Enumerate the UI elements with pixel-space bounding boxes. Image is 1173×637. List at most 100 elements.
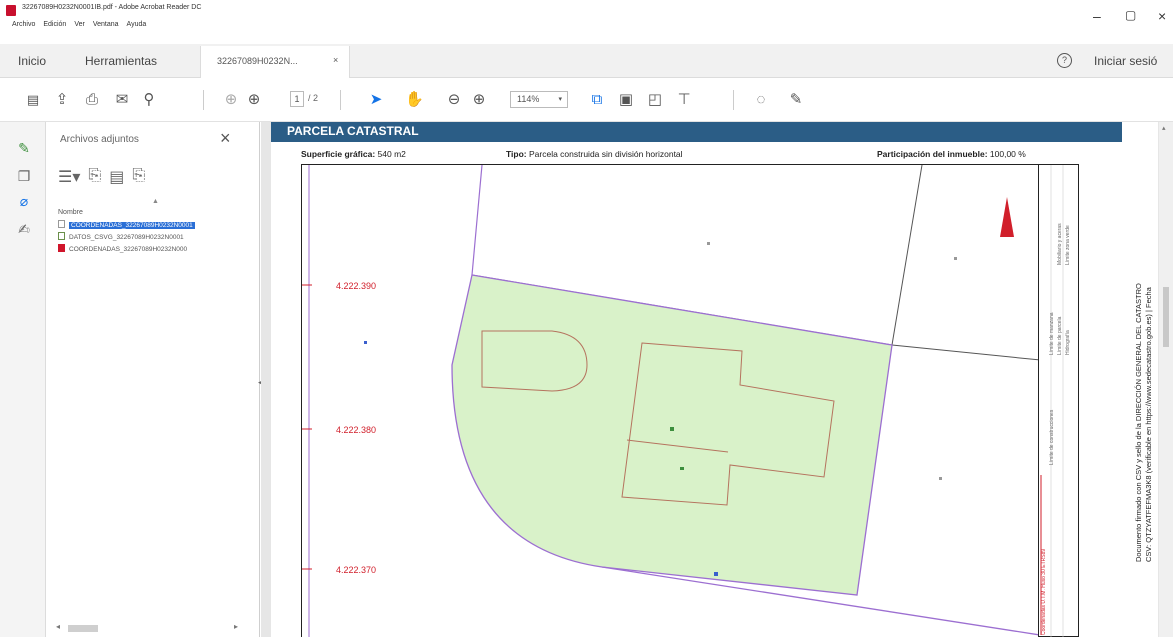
page-total: / 2 — [308, 93, 319, 103]
pages-icon[interactable]: ❐ — [16, 168, 32, 184]
scroll-thumb[interactable] — [68, 625, 98, 632]
attachment-item[interactable]: COORDENADAS_32267089H0232N0001 — [58, 220, 248, 231]
scroll-right-icon[interactable]: ▸ — [234, 622, 238, 631]
scroll-up-icon[interactable]: ▴ — [1162, 124, 1166, 132]
main-toolbar: ▤ ⇪ ⎙ ✉ ⚲ ⊕ ⊕ 1 / 2 ➤ ✋ ⊖ ⊕ 114% ▾ ⧉ ▣ ◰… — [0, 78, 1173, 122]
surface-label: Superficie gráfica: — [301, 149, 376, 159]
parcel-boundary — [891, 165, 923, 346]
tab-herramientas[interactable]: Herramientas — [85, 54, 157, 68]
stamp-icon[interactable]: ⊤ — [675, 91, 693, 109]
window-title: 32267089H0232N0001IB.pdf - Adobe Acrobat… — [22, 4, 202, 11]
reference-mark — [680, 467, 684, 470]
type-label: Tipo: — [506, 149, 527, 159]
section-banner: PARCELA CATASTRAL — [271, 122, 1122, 142]
page-number-input[interactable]: 1 — [290, 91, 304, 107]
select-arrow-icon[interactable]: ➤ — [367, 91, 385, 109]
pdf-icon — [58, 244, 65, 252]
print-icon[interactable]: ⎙ — [83, 91, 101, 109]
legend-item: Límite de manzana — [1049, 312, 1055, 355]
menu-ayuda[interactable]: Ayuda — [127, 21, 147, 28]
open-attachment-icon[interactable]: ⎘ — [88, 167, 101, 187]
tab-inicio[interactable]: Inicio — [18, 54, 46, 68]
signature-text-line-2: CSV: QTZYATFEFMA3K8 (verificable en http… — [1144, 287, 1153, 562]
reference-mark — [714, 572, 718, 576]
attachment-item[interactable]: COORDENADAS_32267089H0232N000 — [58, 244, 248, 255]
page-down-icon[interactable]: ⊕ — [245, 91, 263, 109]
signature-icon[interactable]: ✍ — [16, 221, 32, 237]
reference-mark — [364, 341, 367, 344]
legend-item: Mobiliario y aceras — [1057, 223, 1063, 265]
type-value: Parcela construida sin división horizont… — [529, 149, 683, 159]
search-icon[interactable]: ⚲ — [140, 91, 158, 109]
panel-title: Archivos adjuntos — [60, 134, 139, 145]
type-info: Tipo: Parcela construida sin división ho… — [506, 149, 683, 159]
page-up-icon[interactable]: ⊕ — [222, 91, 240, 109]
hand-icon[interactable]: ✋ — [405, 91, 424, 109]
subject-parcel — [451, 274, 893, 596]
tab-document[interactable]: 32267089H0232N... × — [200, 46, 350, 78]
zoom-value: 114% — [517, 94, 540, 104]
minimize-button[interactable]: – — [1093, 8, 1101, 24]
menu-ver[interactable]: Ver — [74, 21, 85, 28]
scroll-thumb[interactable] — [1163, 287, 1169, 347]
close-tab-icon[interactable]: × — [333, 55, 338, 65]
page-view-icon[interactable]: ▣ — [617, 91, 635, 109]
surface-info: Superficie gráfica: 540 m2 — [301, 149, 406, 159]
zoom-select[interactable]: 114% ▾ — [510, 91, 568, 108]
sort-indicator: ▲ — [152, 198, 159, 205]
document-viewport[interactable]: PARCELA CATASTRAL Superficie gráfica: 54… — [261, 122, 1173, 637]
coordinate-label: 4.222.390 — [336, 281, 377, 291]
help-icon[interactable]: ? — [1057, 53, 1072, 68]
sign-in-link[interactable]: Iniciar sesió — [1094, 54, 1157, 68]
save-icon[interactable]: ▤ — [24, 91, 42, 109]
comment-icon[interactable]: ◌ — [752, 91, 770, 109]
reference-mark — [707, 242, 710, 245]
menu-bar: Archivo Edición Ver Ventana Ayuda — [12, 21, 146, 28]
toolbar-divider — [733, 90, 734, 110]
cadastral-map: 4.222.390 4.222.380 4.222.370 — [301, 164, 1039, 637]
menu-ventana[interactable]: Ventana — [93, 21, 119, 28]
document-tab-label: 32267089H0232N... — [217, 56, 298, 66]
panel-horizontal-scrollbar[interactable]: ◂ ▸ — [56, 622, 256, 634]
fit-page-icon[interactable]: ⧉ — [588, 91, 606, 109]
north-arrow — [1000, 197, 1014, 237]
share-value: 100,00 % — [989, 149, 1026, 159]
tab-bar: Inicio Herramientas 32267089H0232N... × … — [0, 44, 1173, 78]
attachment-name: DATOS_CSVG_32267089H0232N0001 — [69, 234, 184, 241]
close-window-button[interactable]: × — [1158, 8, 1166, 24]
zoom-in-icon[interactable]: ⊕ — [470, 91, 488, 109]
spreadsheet-icon — [58, 232, 65, 240]
attachments-icon[interactable]: ⌀ — [16, 193, 32, 209]
pen-icon[interactable]: ✎ — [787, 91, 805, 109]
fullscreen-icon[interactable]: ◰ — [646, 91, 664, 109]
close-icon[interactable]: × — [220, 128, 231, 149]
chevron-down-icon: ▾ — [558, 96, 562, 103]
file-icon — [58, 220, 65, 228]
attachment-item[interactable]: DATOS_CSVG_32267089H0232N0001 — [58, 232, 248, 243]
legend-item: Límite zona verde — [1065, 225, 1071, 265]
column-header-nombre[interactable]: Nombre — [58, 209, 83, 216]
left-navigation-rail: ✎ ❐ ⌀ ✍ — [0, 122, 46, 637]
upload-icon[interactable]: ⇪ — [53, 91, 71, 109]
edit-attach-icon[interactable]: ✎ — [16, 140, 32, 156]
document-vertical-scrollbar[interactable]: ▴ — [1159, 122, 1173, 637]
legend-item: Límite de parcela — [1057, 316, 1063, 355]
toolbar-divider — [340, 90, 341, 110]
banner-title: PARCELA CATASTRAL — [287, 124, 419, 138]
title-bar: 32267089H0232N0001IB.pdf - Adobe Acrobat… — [0, 0, 1173, 36]
options-menu-icon[interactable]: ☰▾ — [58, 167, 80, 187]
map-legend: Límite de manzana Límite de parcela Lími… — [1039, 164, 1079, 637]
zoom-out-icon[interactable]: ⊖ — [445, 91, 463, 109]
surface-value: 540 m2 — [377, 149, 406, 159]
scroll-left-icon[interactable]: ◂ — [56, 622, 60, 631]
mail-icon[interactable]: ✉ — [113, 91, 131, 109]
menu-archivo[interactable]: Archivo — [12, 21, 35, 28]
parcel-boundary — [471, 165, 483, 276]
attachment-name: COORDENADAS_32267089H0232N000 — [69, 246, 188, 253]
add-attachment-icon[interactable]: ⎘ — [132, 167, 145, 187]
reference-mark — [670, 427, 674, 431]
maximize-button[interactable]: ▢ — [1125, 8, 1136, 22]
save-attachment-icon[interactable]: ▤ — [109, 167, 124, 187]
share-label: Participación del inmueble: — [877, 149, 988, 159]
menu-edicion[interactable]: Edición — [43, 21, 66, 28]
